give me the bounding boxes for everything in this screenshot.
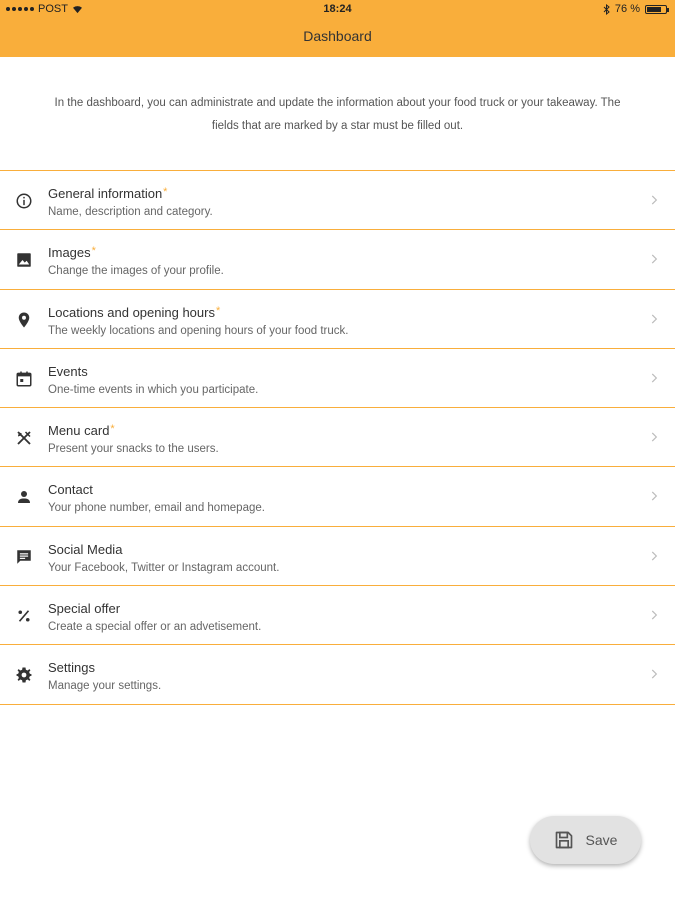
list-item-general-information[interactable]: General information* Name, description an…: [0, 171, 675, 231]
list-item-title: Images*: [48, 245, 96, 260]
list-item-locations-and-opening-hours[interactable]: Locations and opening hours* The weekly l…: [0, 290, 675, 349]
list-item-title-text: Menu card: [48, 423, 110, 439]
list-item-subtitle: Change the images of your profile.: [48, 265, 224, 278]
battery-icon: [645, 4, 669, 14]
chevron-right-icon: [647, 489, 661, 503]
list-item-title-text: General information: [48, 186, 163, 201]
list-item-special-offer[interactable]: Special offer Create a special offer or a…: [0, 586, 675, 646]
list-item-title: Menu card*: [48, 423, 115, 438]
battery-percent: 76 %: [614, 3, 640, 15]
list-item-settings[interactable]: Settings Manage your settings.: [0, 645, 675, 705]
status-right: 76 %: [603, 3, 669, 15]
required-star: *: [91, 245, 96, 258]
list-item-title-text: Images: [48, 245, 91, 261]
list-item-title: Social Media: [48, 542, 122, 557]
list-item-title: Locations and opening hours*: [48, 305, 220, 320]
image-icon: [14, 250, 34, 270]
list-item-images[interactable]: Images* Change the images of your profile…: [0, 230, 675, 290]
info-icon: [14, 191, 34, 211]
list-item-subtitle: Name, description and category.: [48, 206, 213, 218]
chevron-right-icon: [647, 193, 661, 207]
chat-icon: [14, 547, 34, 567]
status-bar: POST 18:24 76 %: [0, 0, 675, 20]
list-item-title: General information*: [48, 186, 167, 201]
list-item-title: Settings: [48, 660, 95, 675]
cutlery-icon: [14, 428, 34, 448]
list-item-title-text: Contact: [48, 482, 93, 498]
app: POST 18:24 76 % Dashboard In the dashboa…: [0, 0, 675, 900]
status-time: 18:24: [323, 3, 352, 15]
required-star: *: [163, 186, 168, 198]
list-item-title: Contact: [48, 482, 93, 497]
list-item-subtitle: One-time events in which you participate…: [48, 383, 259, 396]
dashboard-list: General information* Name, description an…: [0, 170, 675, 705]
chevron-right-icon: [647, 312, 661, 326]
chevron-right-icon: [647, 252, 661, 266]
battery-fill: [647, 6, 661, 12]
list-item-subtitle: Manage your settings.: [48, 680, 162, 693]
list-item-events[interactable]: Events One-time events in which you parti…: [0, 349, 675, 409]
required-star: *: [215, 304, 221, 317]
save-icon: [555, 831, 572, 849]
chevron-right-icon: [647, 667, 661, 681]
list-item-title: Events: [48, 364, 88, 379]
intro-text: In the dashboard, you can administrate a…: [54, 97, 621, 132]
chevron-right-icon: [647, 608, 661, 622]
list-item-subtitle: Your Facebook, Twitter or Instagram acco…: [48, 561, 280, 574]
list-item-title-text: Special offer: [48, 601, 121, 617]
percent-icon: [14, 606, 34, 626]
list-item-social-media[interactable]: Social Media Your Facebook, Twitter or In…: [0, 527, 675, 587]
chevron-right-icon: [647, 549, 661, 563]
location-pin-icon: [14, 310, 34, 330]
list-item-title-text: Social Media: [48, 541, 123, 557]
required-star: *: [110, 423, 115, 436]
list-item-title-text: Events: [48, 363, 88, 379]
list-item-contact[interactable]: Contact Your phone number, email and home…: [0, 467, 675, 527]
person-icon: [14, 487, 34, 507]
page-title: Dashboard: [303, 28, 372, 44]
list-item-subtitle: Create a special offer or an advetisemen…: [48, 621, 262, 634]
list-item-subtitle: The weekly locations and opening hours o…: [48, 324, 349, 337]
calendar-icon: [14, 369, 34, 389]
gear-icon: [14, 665, 34, 685]
bluetooth-icon: [603, 3, 610, 15]
list-item-subtitle: Present your snacks to the users.: [48, 443, 219, 456]
list-item-title-text: Settings: [48, 660, 95, 676]
list-item-title-text: Locations and opening hours: [48, 304, 215, 320]
list-item-subtitle: Your phone number, email and homepage.: [48, 502, 265, 515]
chevron-right-icon: [647, 430, 661, 444]
list-item-title: Special offer: [48, 601, 120, 616]
header-bar: POST 18:24 76 % Dashboard: [0, 0, 675, 57]
chevron-right-icon: [647, 371, 661, 385]
save-button[interactable]: Save: [530, 816, 641, 864]
save-label: Save: [585, 832, 618, 848]
list-item-menu-card[interactable]: Menu card* Present your snacks to the use…: [0, 408, 675, 468]
